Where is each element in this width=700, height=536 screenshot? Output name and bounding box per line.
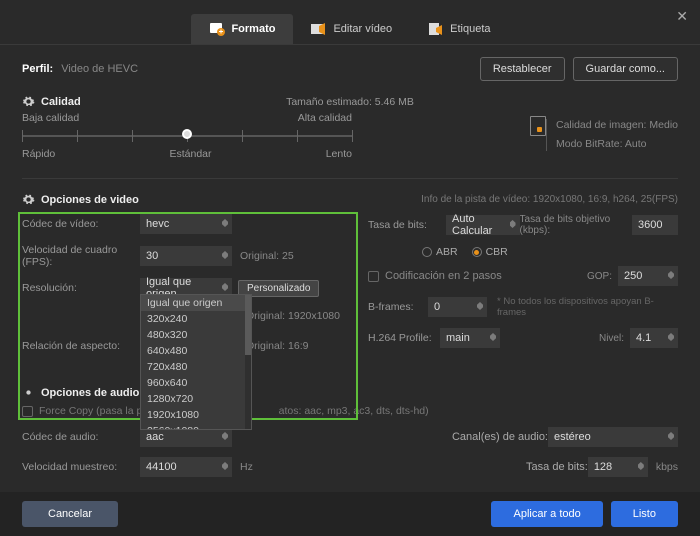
- slider-thumb[interactable]: [182, 129, 192, 139]
- tab-edit-label: Editar vídeo: [333, 23, 392, 35]
- resolution-option[interactable]: 480x320: [141, 327, 251, 343]
- abr-radio[interactable]: ABR: [422, 246, 458, 258]
- aspect-label: Relación de aspecto:: [22, 340, 140, 352]
- tab-format[interactable]: Formato: [191, 14, 293, 44]
- bitrate-mode-text: Modo BitRate: Auto: [556, 135, 678, 154]
- force-copy-checkbox[interactable]: [22, 406, 33, 417]
- resolution-option[interactable]: Igual que origen: [141, 295, 251, 311]
- bitrate-label: Tasa de bits:: [368, 219, 446, 231]
- video-track-info: Info de la pista de vídeo: 1920x1080, 16…: [421, 194, 678, 205]
- dropdown-scrollbar[interactable]: [245, 295, 251, 429]
- gear-icon: [22, 95, 35, 108]
- quality-slider[interactable]: [22, 126, 352, 146]
- fps-label: Velocidad de cuadro (FPS):: [22, 244, 140, 268]
- resolution-option[interactable]: 640x480: [141, 343, 251, 359]
- fps-original: Original: 25: [240, 250, 294, 262]
- speed-slow-label: Lento: [326, 148, 352, 160]
- cancel-button[interactable]: Cancelar: [22, 501, 118, 527]
- gear-icon: [22, 193, 35, 206]
- audio-options-header: Opciones de audio: [22, 386, 678, 399]
- bframes-note: * No todos los dispositivos apoyan B-fra…: [497, 296, 678, 318]
- channels-select[interactable]: estéreo: [548, 427, 678, 447]
- level-select[interactable]: 4.1: [630, 328, 678, 348]
- tab-edit[interactable]: Editar vídeo: [293, 14, 410, 44]
- level-label: Nivel:: [599, 333, 624, 344]
- quality-title: Calidad: [41, 96, 81, 108]
- edit-video-icon: [311, 22, 327, 36]
- resolution-dropdown[interactable]: Igual que origen320x240480x320640x480720…: [140, 294, 252, 430]
- two-pass-checkbox[interactable]: [368, 271, 379, 282]
- h264-profile-select[interactable]: main: [440, 328, 500, 348]
- resolution-label: Resolución:: [22, 282, 140, 294]
- audio-codec-select[interactable]: aac: [140, 427, 232, 447]
- sample-rate-select[interactable]: 44100: [140, 457, 232, 477]
- tab-format-label: Formato: [231, 23, 275, 35]
- sample-rate-label: Velocidad muestreo:: [22, 461, 140, 473]
- resolution-option[interactable]: 720x480: [141, 359, 251, 375]
- channels-label: Canal(es) de audio:: [452, 431, 548, 443]
- cbr-radio[interactable]: CBR: [472, 246, 508, 258]
- resolution-option[interactable]: 960x640: [141, 375, 251, 391]
- done-button[interactable]: Listo: [611, 501, 678, 527]
- gear-icon: [22, 386, 35, 399]
- h264-profile-label: H.264 Profile:: [368, 332, 440, 344]
- fps-select[interactable]: 30: [140, 246, 232, 266]
- sample-rate-unit: Hz: [240, 461, 253, 473]
- tab-tag-label: Etiqueta: [450, 23, 490, 35]
- profile-row: Perfil: Video de HEVC: [22, 63, 138, 75]
- reset-button[interactable]: Restablecer: [480, 57, 565, 81]
- resolution-original: Original: 1920x1080: [246, 310, 340, 322]
- speed-standard-label: Estándar: [169, 148, 211, 160]
- aspect-original: Original: 16:9: [246, 340, 308, 352]
- video-options-header: Opciones de video: [22, 193, 139, 206]
- audio-bitrate-unit: kbps: [656, 461, 678, 473]
- profile-label: Perfil:: [22, 63, 53, 75]
- close-icon[interactable]: ✕: [676, 8, 688, 25]
- video-codec-label: Códec de vídeo:: [22, 218, 140, 230]
- document-icon: [530, 116, 546, 136]
- profile-value: Video de HEVC: [61, 63, 138, 75]
- audio-bitrate-label: Tasa de bits:: [526, 461, 588, 473]
- tag-icon: [428, 22, 444, 36]
- resolution-option[interactable]: 1920x1080: [141, 407, 251, 423]
- tab-tag[interactable]: Etiqueta: [410, 14, 508, 44]
- two-pass-label: Codificación en 2 pasos: [385, 270, 502, 282]
- video-codec-select[interactable]: hevc: [140, 214, 232, 234]
- resolution-option[interactable]: 2560x1080: [141, 423, 251, 430]
- bottom-bar: Cancelar Aplicar a todo Listo: [0, 492, 700, 536]
- target-bitrate-input[interactable]: [632, 215, 678, 235]
- bitrate-select[interactable]: Auto Calcular: [446, 215, 520, 235]
- resolution-option[interactable]: 320x240: [141, 311, 251, 327]
- bframes-select[interactable]: 0: [428, 297, 487, 317]
- audio-codec-label: Códec de audio:: [22, 431, 140, 443]
- audio-bitrate-select[interactable]: 128: [588, 457, 648, 477]
- gop-label: GOP:: [587, 271, 612, 282]
- image-quality-text: Calidad de imagen: Medio: [556, 116, 678, 135]
- tab-bar: Formato Editar vídeo Etiqueta: [0, 0, 700, 44]
- force-copy-tail: atos: aac, mp3, ac3, dts, dts-hd): [279, 405, 429, 417]
- quality-low-label: Baja calidad: [22, 112, 79, 124]
- save-as-button[interactable]: Guardar como...: [573, 57, 678, 81]
- quality-high-label: Alta calidad: [298, 112, 352, 124]
- audio-options-title: Opciones de audio: [41, 387, 139, 399]
- format-icon: [209, 22, 225, 36]
- speed-fast-label: Rápido: [22, 148, 55, 160]
- resolution-option[interactable]: 1280x720: [141, 391, 251, 407]
- apply-all-button[interactable]: Aplicar a todo: [491, 501, 602, 527]
- target-bitrate-label: Tasa de bits objetivo (kbps):: [520, 214, 626, 236]
- gop-select[interactable]: 250: [618, 266, 678, 286]
- bframes-label: B-frames:: [368, 301, 428, 313]
- estimated-size: Tamaño estimado: 5.46 MB: [22, 96, 678, 108]
- video-options-title: Opciones de video: [41, 194, 139, 206]
